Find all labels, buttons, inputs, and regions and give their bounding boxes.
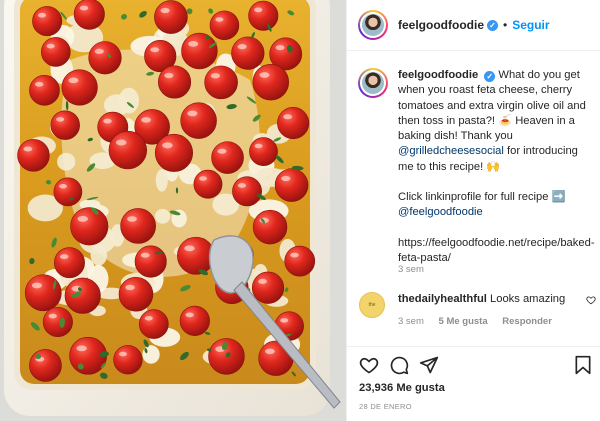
commenter-username[interactable]: thedailyhealthful	[398, 293, 487, 305]
comment-body: Looks amazing	[490, 293, 566, 305]
post-date[interactable]: 28 DE ENERO	[359, 402, 412, 411]
author-avatar[interactable]	[358, 10, 388, 40]
share-icon[interactable]	[419, 355, 439, 375]
verified-badge-icon: ✓	[484, 71, 496, 82]
arrow-emoji: ➡️	[551, 191, 566, 204]
like-count[interactable]: 23,936 Me gusta	[359, 382, 445, 394]
raised-hands-emoji: 🙌	[486, 160, 501, 173]
pasta-emoji: 🍝	[498, 114, 513, 127]
action-bar	[359, 355, 593, 375]
caption: feelgoodfoodie ✓ What do you get when yo…	[358, 68, 598, 266]
reply-button[interactable]: Responder	[502, 316, 552, 327]
mention-link-2[interactable]: @feelgoodfoodie	[398, 206, 483, 218]
post-footer: 23,936 Me gusta 28 DE ENERO	[347, 346, 600, 421]
caption-avatar[interactable]	[358, 68, 388, 98]
caption-timestamp[interactable]: 3 sem	[398, 264, 424, 275]
caption-username[interactable]: feelgoodfoodie	[398, 69, 478, 81]
caption-text: feelgoodfoodie ✓ What do you get when yo…	[398, 68, 596, 266]
follow-button[interactable]: Seguir	[512, 18, 549, 32]
comments-area: feelgoodfoodie ✓ What do you get when yo…	[347, 52, 600, 345]
author-username[interactable]: feelgoodfoodie	[398, 18, 484, 32]
post-sidebar: feelgoodfoodie ✓ • Seguir feelgoodfoodie…	[346, 0, 600, 421]
comment-icon[interactable]	[389, 355, 409, 375]
bookmark-icon[interactable]	[573, 355, 593, 375]
comment-like-heart-icon[interactable]	[586, 295, 596, 305]
caption-text-4: Click linkinprofile for full recipe	[398, 191, 549, 204]
baked-feta-photo	[0, 0, 346, 421]
post-image[interactable]	[0, 0, 346, 421]
verified-badge-icon: ✓	[487, 19, 498, 31]
commenter-avatar[interactable]: the dailyhealthful	[359, 292, 385, 318]
heart-icon[interactable]	[359, 355, 379, 375]
comment-text: thedailyhealthful Looks amazing	[398, 293, 565, 305]
comment-likes[interactable]: 5 Me gusta	[439, 316, 488, 327]
comment-timestamp[interactable]: 3 sem	[398, 316, 424, 327]
separator-dot: •	[503, 18, 508, 32]
post-header: feelgoodfoodie ✓ • Seguir	[347, 0, 600, 51]
comment-meta: 3 sem 5 Me gusta Responder	[398, 316, 564, 327]
recipe-url: https://feelgoodfoodie.net/recipe/baked-…	[398, 236, 595, 264]
mention-link[interactable]: @grilledcheesesocial	[398, 145, 504, 157]
